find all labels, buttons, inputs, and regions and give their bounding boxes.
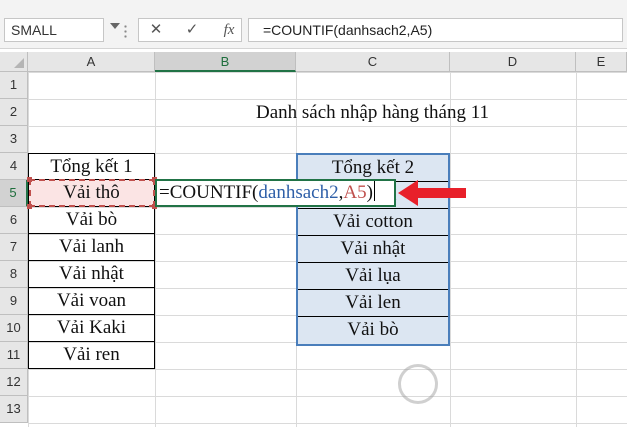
column-header-d[interactable]: D	[450, 52, 576, 72]
formula-suffix: )	[366, 182, 373, 203]
red-arrow-icon	[398, 180, 466, 206]
row-header-2[interactable]: 2	[0, 99, 28, 126]
table-cell[interactable]: Vải bò	[28, 207, 155, 234]
drag-handle-icon[interactable]	[124, 24, 127, 38]
row-header-11[interactable]: 11	[0, 342, 28, 369]
table-cell[interactable]: Vải lanh	[28, 234, 155, 261]
table-cell[interactable]: Vải lụa	[298, 263, 448, 290]
watermark-logo-icon	[398, 364, 438, 404]
active-cell-b5[interactable]: =COUNTIF(danhsach2,A5)	[155, 179, 396, 207]
formula-bar-area: SMALL ✕ ✓ fx =COUNTIF(danhsach2,A5)	[0, 12, 627, 49]
table-cell[interactable]: Vải ren	[28, 342, 155, 369]
gridline	[155, 72, 156, 427]
table-header-cell[interactable]: Tổng kết 1	[28, 153, 155, 180]
table-cell[interactable]: Vải nhật	[298, 236, 448, 263]
formula-range-ref: danhsach2	[258, 182, 339, 203]
gridline	[576, 72, 577, 427]
row-header-5[interactable]: 5	[0, 180, 28, 207]
select-all-button[interactable]	[0, 52, 28, 72]
row-header-10[interactable]: 10	[0, 315, 28, 342]
table-cell[interactable]: Vải bò	[298, 317, 448, 344]
row-header-7[interactable]: 7	[0, 234, 28, 261]
table-cell[interactable]: Vải nhật	[28, 261, 155, 288]
text-cursor	[373, 181, 375, 201]
column-header-e[interactable]: E	[576, 52, 627, 72]
formula-prefix: =COUNTIF(	[159, 182, 259, 203]
table-cell[interactable]: Vải Kaki	[28, 315, 155, 342]
row-header-13[interactable]: 13	[0, 396, 28, 423]
select-all-icon	[14, 58, 24, 68]
table-cell[interactable]: Vải cotton	[298, 209, 448, 236]
row-header-4[interactable]: 4	[0, 153, 28, 180]
row-header-8[interactable]: 8	[0, 261, 28, 288]
row-header-9[interactable]: 9	[0, 288, 28, 315]
column-header-c[interactable]: C	[296, 52, 450, 72]
insert-function-icon[interactable]: fx	[219, 19, 239, 41]
column-header-a[interactable]: A	[28, 52, 155, 72]
table-cell[interactable]: Vải len	[298, 290, 448, 317]
formula-input[interactable]: =COUNTIF(danhsach2,A5)	[248, 18, 623, 42]
row-header-1[interactable]: 1	[0, 72, 28, 99]
name-box[interactable]: SMALL	[4, 18, 104, 42]
formula-cell-ref: A5	[343, 182, 367, 203]
cancel-icon[interactable]: ✕	[147, 19, 165, 41]
table-cell[interactable]: Vải voan	[28, 288, 155, 315]
sheet-title[interactable]: Danh sách nhập hàng tháng 11	[230, 99, 515, 126]
row-header-6[interactable]: 6	[0, 207, 28, 234]
row-header-12[interactable]: 12	[0, 369, 28, 396]
row-header-3[interactable]: 3	[0, 126, 28, 153]
resize-handle[interactable]	[27, 177, 32, 182]
enter-icon[interactable]: ✓	[183, 19, 201, 41]
name-box-dropdown-icon[interactable]	[110, 23, 120, 29]
reference-highlight-a5	[27, 177, 157, 209]
formula-buttons: ✕ ✓ fx	[138, 18, 242, 42]
resize-handle[interactable]	[27, 204, 32, 209]
column-header-b[interactable]: B	[155, 52, 296, 72]
